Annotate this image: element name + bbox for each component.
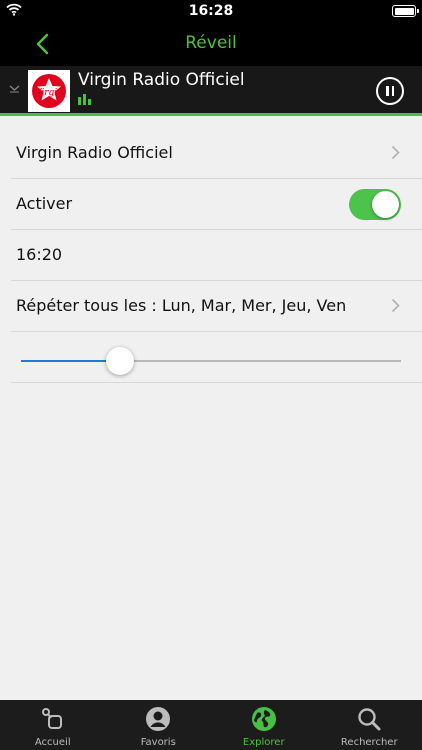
status-time: 16:28 (188, 3, 234, 19)
pause-button[interactable] (376, 77, 404, 105)
tab-favoris[interactable]: Favoris (106, 700, 212, 750)
mini-player[interactable]: Virgin Virgin Radio Officiel (0, 66, 422, 116)
profile-icon (146, 707, 171, 731)
activate-label: Activer (16, 194, 73, 213)
tab-explorer[interactable]: Explorer (211, 700, 317, 750)
tab-rechercher[interactable]: Rechercher (317, 700, 422, 750)
tab-label: Explorer (242, 737, 285, 748)
tab-label: Accueil (34, 737, 71, 748)
tab-accueil[interactable]: Accueil (0, 700, 106, 750)
status-bar: 16:28 (0, 0, 422, 22)
station-row[interactable]: Virgin Radio Officiel (11, 128, 422, 179)
globe-icon (251, 707, 276, 731)
repeat-label: Répéter tous les : Lun, Mar, Mer, Jeu, V… (16, 296, 347, 315)
equalizer-icon (78, 94, 91, 105)
pause-icon (386, 86, 389, 96)
nav-bar: Réveil (0, 22, 422, 66)
svg-text:Virgin: Virgin (35, 88, 63, 98)
activate-toggle[interactable] (349, 189, 401, 220)
virgin-logo-icon: Virgin (32, 74, 66, 108)
alarm-settings-list: Virgin Radio Officiel Activer 16:20 Répé… (0, 128, 422, 383)
tab-bar: Accueil Favoris Explorer Rechercher (0, 700, 422, 750)
page-title: Réveil (185, 33, 237, 53)
repeat-row[interactable]: Répéter tous les : Lun, Mar, Mer, Jeu, V… (11, 281, 422, 332)
tab-label: Favoris (140, 737, 176, 748)
battery-icon (392, 5, 419, 17)
home-icon (41, 708, 62, 729)
volume-slider[interactable] (21, 360, 401, 362)
player-station-name: Virgin Radio Officiel (78, 70, 245, 90)
volume-row (11, 332, 422, 383)
station-logo: Virgin (28, 70, 70, 112)
tab-label: Rechercher (340, 737, 398, 748)
time-row[interactable]: 16:20 (11, 230, 422, 281)
volume-slider-fill (21, 360, 120, 362)
collapse-chevron-icon[interactable] (9, 84, 20, 93)
chevron-right-icon (391, 145, 400, 160)
search-icon (358, 708, 381, 731)
activate-row: Activer (11, 179, 422, 230)
chevron-right-icon (391, 298, 400, 313)
toggle-knob (372, 191, 399, 218)
volume-slider-thumb[interactable] (105, 347, 134, 375)
station-row-label: Virgin Radio Officiel (16, 143, 173, 162)
alarm-time: 16:20 (16, 245, 63, 264)
